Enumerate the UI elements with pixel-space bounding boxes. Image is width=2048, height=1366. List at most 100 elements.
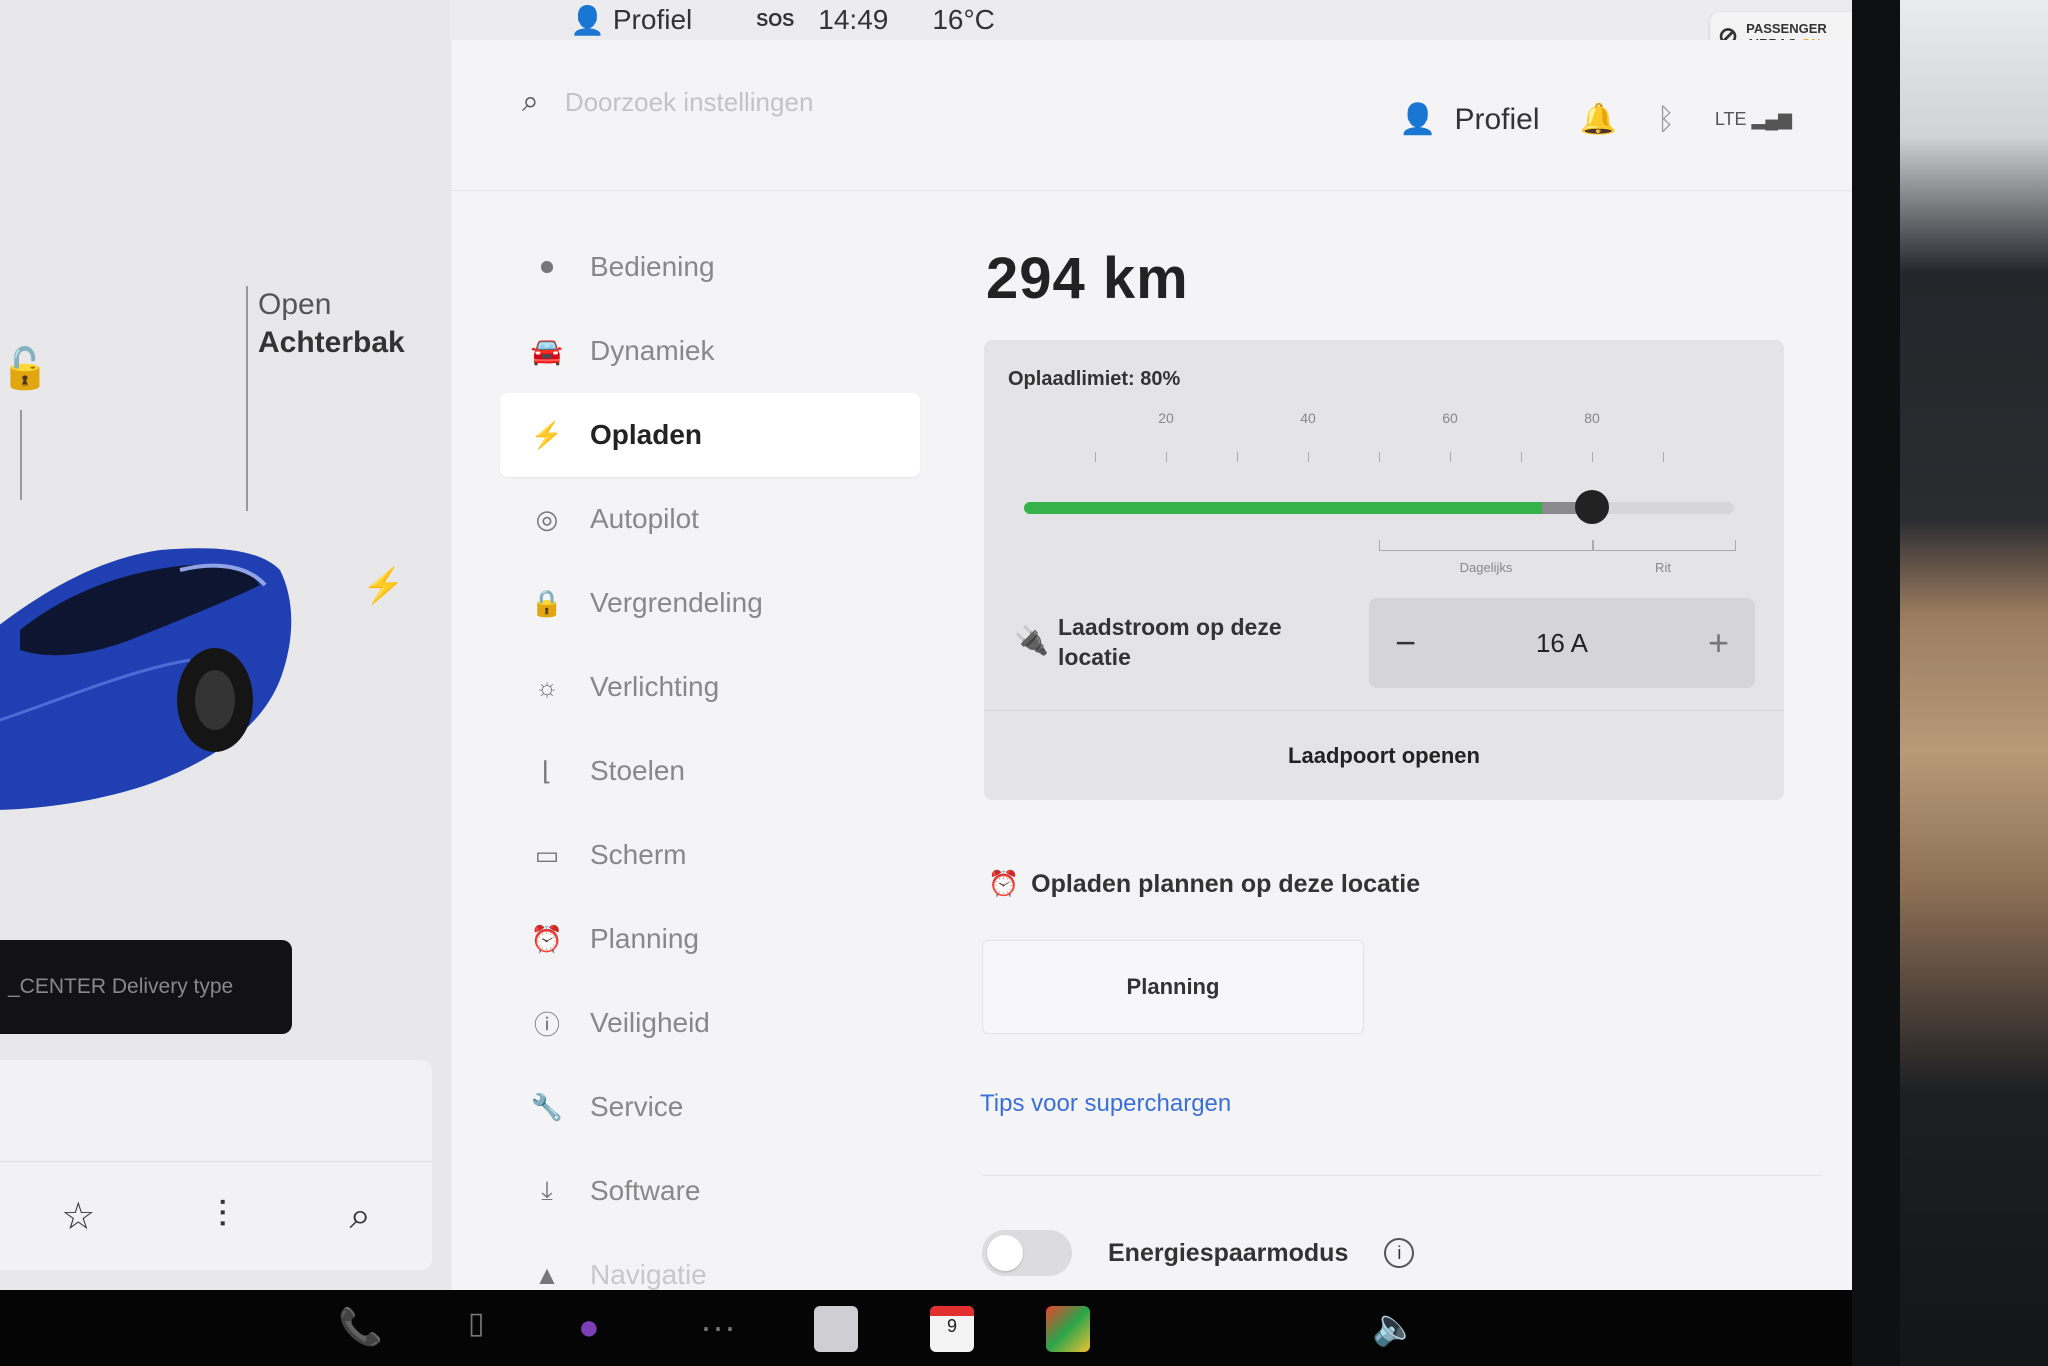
touchscreen: 🔓 Open Achterbak ⚡ _CENTER Delivery type…: [0, 0, 1852, 1290]
airbag-line-1: PASSENGER: [1746, 21, 1827, 36]
nav-item-service[interactable]: 🔧 Service: [500, 1065, 920, 1149]
nav-item-bediening[interactable]: ⏺ Bediening: [500, 225, 920, 309]
alarm-clock-icon: ⏰: [988, 870, 1020, 898]
tick: [1166, 452, 1167, 462]
decrease-current-button[interactable]: −: [1395, 622, 1416, 664]
charge-current-stepper: − 16 A +: [1369, 598, 1755, 688]
delivery-type-banner: _CENTER Delivery type: [0, 940, 292, 1034]
nav-label: Veiligheid: [590, 1007, 710, 1038]
nav-item-opladen[interactable]: ⚡ Opladen: [500, 393, 920, 477]
nav-item-navigatie[interactable]: ▲ Navigatie: [500, 1233, 920, 1290]
section-divider: [982, 1175, 1822, 1176]
status-profile[interactable]: 👤 Profiel: [570, 4, 692, 37]
volume-icon[interactable]: 🔈: [1372, 1306, 1417, 1348]
header-actions: 👤 Profiel 🔔 ᛒ LTE ▂▄▆: [1399, 102, 1792, 137]
lock-icon: 🔒: [530, 587, 564, 618]
sos-indicator: SOS: [756, 9, 795, 30]
search-icon[interactable]: ⌕: [350, 1195, 371, 1238]
settings-search-input[interactable]: [562, 85, 1167, 119]
energy-saving-toggle[interactable]: [982, 1230, 1072, 1276]
wrench-icon: 🔧: [530, 1091, 564, 1122]
tick-label: 20: [1158, 410, 1174, 426]
charge-current-value: 16 A: [1535, 627, 1589, 658]
sliders-icon[interactable]: ⫶: [218, 1195, 228, 1238]
person-icon: 👤: [570, 4, 605, 36]
star-icon[interactable]: ☆: [61, 1194, 95, 1239]
lte-signal-icon: LTE ▂▄▆: [1714, 109, 1792, 129]
car-panel: 🔓 Open Achterbak ⚡ _CENTER Delivery type…: [0, 0, 450, 1290]
nav-item-software[interactable]: ⤓ Software: [500, 1149, 920, 1233]
increase-current-button[interactable]: +: [1708, 622, 1729, 664]
screen-icon: ▭: [534, 839, 560, 870]
more-apps-icon[interactable]: ···: [700, 1306, 736, 1348]
settings-search[interactable]: ⌕: [522, 85, 1167, 119]
tick-label: 80: [1584, 410, 1600, 426]
nav-item-vergrendeling[interactable]: 🔒 Vergrendeling: [500, 561, 920, 645]
energy-saving-label: Energiespaarmodus: [1108, 1238, 1349, 1267]
profile-button[interactable]: 👤 Profiel: [1399, 102, 1539, 137]
slider-track[interactable]: [1024, 490, 1734, 524]
status-profile-label: Profiel: [612, 4, 693, 35]
calendar-icon[interactable]: 9: [930, 1306, 974, 1352]
nav-item-planning[interactable]: ⏰ Planning: [500, 897, 920, 981]
notes-icon[interactable]: [814, 1306, 858, 1352]
settings-nav: ⏺ Bediening 🚘 Dynamiek ⚡ Opladen ◎ Autopilot…: [500, 225, 920, 1290]
lock-leader-line: [20, 410, 22, 500]
open-trunk-button[interactable]: Open Achterbak: [258, 286, 405, 362]
car-image: [0, 548, 292, 810]
clock: 14:49: [818, 4, 889, 35]
nav-label: Opladen: [590, 419, 703, 450]
tick: [1379, 452, 1380, 462]
toybox-icon[interactable]: [1046, 1306, 1090, 1352]
tick: [1521, 452, 1522, 462]
outside-temperature: 16°C: [932, 4, 995, 35]
search-icon: ⌕: [522, 85, 539, 118]
nav-item-verlichting[interactable]: ☼ Verlichting: [500, 645, 920, 729]
unlock-icon[interactable]: 🔓: [0, 345, 50, 392]
trip-range-bracket: [1592, 540, 1736, 551]
info-circle-icon: ⓘ: [533, 1009, 560, 1040]
estimated-range: 294 km: [986, 246, 1189, 311]
energy-saving-row: Energiespaarmodus i: [982, 1230, 1415, 1276]
nav-item-veiligheid[interactable]: ⓘ Veiligheid: [500, 981, 920, 1065]
tick: [1663, 452, 1664, 462]
phone-icon[interactable]: 📞: [338, 1306, 383, 1348]
nav-item-stoelen[interactable]: ⌊ Stoelen: [500, 729, 920, 813]
nav-item-autopilot[interactable]: ◎ Autopilot: [500, 477, 920, 561]
charge-limit-label: Oplaadlimiet: 80%: [1008, 368, 1181, 390]
planning-button[interactable]: Planning: [982, 940, 1364, 1034]
app-icon[interactable]: ▯: [468, 1306, 485, 1341]
nav-label: Verlichting: [590, 671, 720, 702]
nav-label: Vergrendeling: [590, 587, 763, 618]
nav-label: Service: [590, 1091, 684, 1122]
charge-limit-handle[interactable]: [1575, 490, 1609, 524]
sun-icon: ☼: [535, 671, 559, 702]
toggle-knob: [987, 1235, 1023, 1271]
bell-icon[interactable]: 🔔: [1580, 102, 1617, 137]
nav-label: Bediening: [590, 251, 715, 282]
seat-icon: ⌊: [541, 755, 553, 786]
person-icon: 👤: [1399, 103, 1437, 136]
tick: [1450, 452, 1451, 462]
current-charge-fill: [1024, 502, 1543, 514]
tick-label: 60: [1442, 410, 1458, 426]
toggle-icon: ⏺: [540, 251, 554, 281]
open-charge-port-button[interactable]: Laadpoort openen: [984, 710, 1784, 801]
nav-label: Autopilot: [590, 503, 699, 534]
charge-limit-slider[interactable]: 20 40 60 80 Dagelijks Rit: [1024, 410, 1744, 575]
supercharging-tips-link[interactable]: Tips voor superchargen: [980, 1090, 1231, 1118]
bolt-icon: ⚡: [530, 419, 564, 450]
nav-item-scherm[interactable]: ▭ Scherm: [500, 813, 920, 897]
schedule-heading-text: Opladen plannen op deze locatie: [1031, 870, 1421, 898]
app-dock: 📞 ▯ ● ··· 9 🔈: [0, 1290, 1852, 1366]
daily-range-bracket: [1379, 540, 1594, 551]
charge-current-row: 🔌 Laadstroom op deze locatie − 16 A +: [1014, 598, 1764, 692]
slider-ticks: 20 40 60 80: [1024, 410, 1744, 470]
calendar-day: 9: [946, 1316, 957, 1336]
nav-item-dynamiek[interactable]: 🚘 Dynamiek: [500, 309, 920, 393]
info-icon[interactable]: i: [1384, 1238, 1415, 1268]
daily-tag: Dagelijks: [1459, 560, 1513, 575]
camera-icon[interactable]: ●: [578, 1306, 600, 1348]
quick-controls-row: ☆ ⫶ ⌕: [0, 1161, 432, 1270]
bluetooth-icon[interactable]: ᛒ: [1657, 103, 1675, 137]
